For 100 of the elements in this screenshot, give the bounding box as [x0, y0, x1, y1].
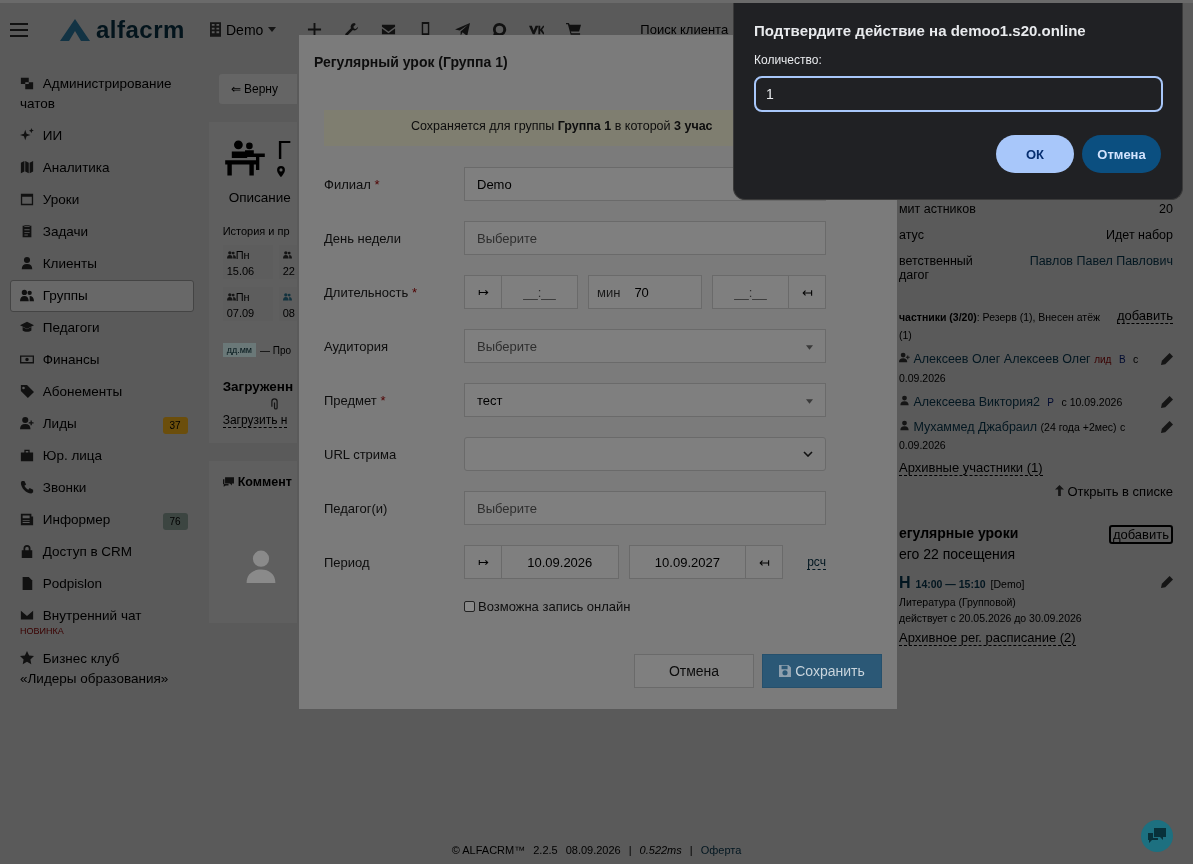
back-button[interactable]: ⇐ Верну [218, 74, 297, 104]
pencil-icon[interactable] [1161, 396, 1173, 408]
sidebar-item[interactable]: ИИ [10, 120, 194, 152]
cancel-button[interactable]: Отмена [1082, 135, 1161, 173]
caret-icon [806, 345, 813, 350]
date-badge: дд.мм [222, 343, 257, 357]
paper-plane-icon[interactable] [455, 22, 471, 37]
envelope-icon [20, 608, 34, 622]
archived-schedule-link[interactable]: Архивное рег. расписание (2) [899, 630, 1076, 646]
branch-label: [Demo] [990, 578, 1025, 590]
archived-participants-link[interactable]: Архивные участники (1) [899, 460, 1043, 476]
field-label: Предмет * [324, 392, 387, 408]
sparkle-icon [20, 128, 34, 142]
map-icon [20, 160, 34, 174]
visits-total: его 22 посещения [899, 546, 1016, 562]
comments-heading: Коммент [237, 475, 292, 489]
clipboard-icon [20, 224, 34, 238]
save-button[interactable]: Сохранить [762, 654, 882, 688]
schedule-link[interactable]: рсч [807, 554, 826, 570]
person-icon [899, 395, 910, 406]
sidebar-item[interactable]: Юр. лица [10, 440, 194, 472]
pencil-icon[interactable] [1161, 353, 1173, 365]
sidebar-item[interactable]: Клиенты [10, 248, 194, 280]
detail-value: 20 [1159, 202, 1173, 216]
support-chat-button[interactable] [1141, 820, 1173, 852]
dialog-title: Регулярный урок (Группа 1) [314, 54, 508, 70]
offer-link[interactable]: Оферта [700, 844, 742, 856]
people-icon [282, 250, 292, 259]
history-heading: История и пр [222, 225, 290, 237]
building-icon [210, 22, 221, 37]
pencil-icon[interactable] [1161, 576, 1173, 588]
separator: | [689, 844, 693, 856]
copyright: © ALFACRM™ [451, 844, 526, 856]
count-badge: 37 [162, 417, 188, 434]
people-icon [282, 292, 292, 301]
open-list-link[interactable]: Открыть в списке [1054, 484, 1173, 499]
sidebar-item[interactable]: Группы [10, 280, 194, 312]
graduation-cap-icon [20, 320, 34, 334]
participant-entry[interactable]: Алексеева Виктория2 Р с 10.09.2026 [899, 393, 1161, 412]
group-title: Г [276, 136, 291, 164]
field-label: Филиал * [324, 176, 381, 192]
sidebar-item[interactable]: Уроки [10, 184, 194, 216]
sidebar-item[interactable]: Администрирование чатов [10, 68, 194, 120]
weekday: Н [899, 574, 911, 592]
sidebar-item[interactable]: Абонементы [10, 376, 194, 408]
people-icon [226, 250, 236, 259]
phone-icon [20, 480, 34, 494]
branch-dropdown[interactable]: Demo [210, 21, 277, 38]
sidebar-item[interactable]: Доступ в CRM [10, 536, 194, 568]
squares-icon [20, 76, 34, 90]
menu-icon[interactable] [10, 22, 28, 37]
checkbox[interactable] [464, 601, 475, 612]
teacher-link[interactable]: Павлов Павел Павлович [1029, 254, 1173, 282]
online-booking-checkbox[interactable]: Возможна запись онлайн [464, 599, 631, 614]
version: 2.2.5 [533, 844, 558, 856]
logo-text: alfacrm [96, 15, 185, 44]
wrench-icon[interactable] [344, 22, 360, 37]
sidebar-item[interactable]: Информер 76 [10, 504, 194, 536]
person-icon [20, 256, 34, 270]
sidebar-item[interactable]: Задачи [10, 216, 194, 248]
add-participant-link[interactable]: добавить [1116, 308, 1173, 324]
tag-icon [20, 384, 34, 398]
ok-button[interactable]: ОК [996, 135, 1074, 173]
search-field[interactable]: Поиск клиента [640, 22, 741, 37]
description-tab[interactable]: Описание [228, 190, 291, 205]
select-field[interactable]: Выберите [464, 221, 826, 255]
lock-icon [20, 544, 34, 558]
newspaper-icon [20, 512, 34, 526]
new-label: НОВИНКА [20, 626, 65, 637]
sidebar-item[interactable]: Podpislon [10, 568, 194, 600]
dropdown-field[interactable]: Выберите [464, 329, 826, 363]
select-field[interactable]: Выберите [464, 491, 826, 525]
calendar-icon [20, 192, 34, 206]
render-time: 0.522ms [639, 844, 682, 856]
chat-bubbles-icon [1148, 828, 1166, 844]
star-icon [20, 651, 34, 665]
quantity-field[interactable]: 1 [754, 76, 1163, 112]
sidebar-item[interactable]: Лиды 37 [10, 408, 194, 440]
detail-label: ветственный дагог [899, 254, 974, 282]
build-date: 08.09.2026 [565, 844, 621, 856]
sidebar-item[interactable]: Аналитика [10, 152, 194, 184]
caret-icon [806, 399, 813, 404]
person-plus-icon [899, 352, 910, 363]
envelope-icon[interactable] [381, 22, 397, 37]
field-label: Период [324, 554, 371, 570]
pencil-icon[interactable] [1161, 421, 1173, 433]
upload-link[interactable]: Загрузить н [222, 413, 288, 428]
sidebar-item[interactable]: Бизнес клуб «Лидеры образования» [10, 643, 194, 695]
cart-icon[interactable] [566, 22, 582, 37]
sidebar-item[interactable]: Звонки [10, 472, 194, 504]
dropdown-field[interactable]: тест [464, 383, 826, 417]
sidebar-item[interactable]: Внутренний чат НОВИНКА [10, 600, 194, 643]
sidebar-item[interactable]: Педагоги [10, 312, 194, 344]
participant-entry[interactable]: Мухаммед Джабраил (24 года +2мес) с 0.09.2026 [899, 418, 1161, 454]
cancel-button[interactable]: Отмена [634, 654, 754, 688]
chat-bubble-icon[interactable] [492, 22, 508, 37]
arrow-up-icon [1054, 485, 1064, 496]
sidebar-item[interactable]: Финансы [10, 344, 194, 376]
add-lesson-button[interactable]: добавить [1108, 525, 1173, 544]
lesson-time: 14:00 — 15:10 [915, 578, 986, 590]
